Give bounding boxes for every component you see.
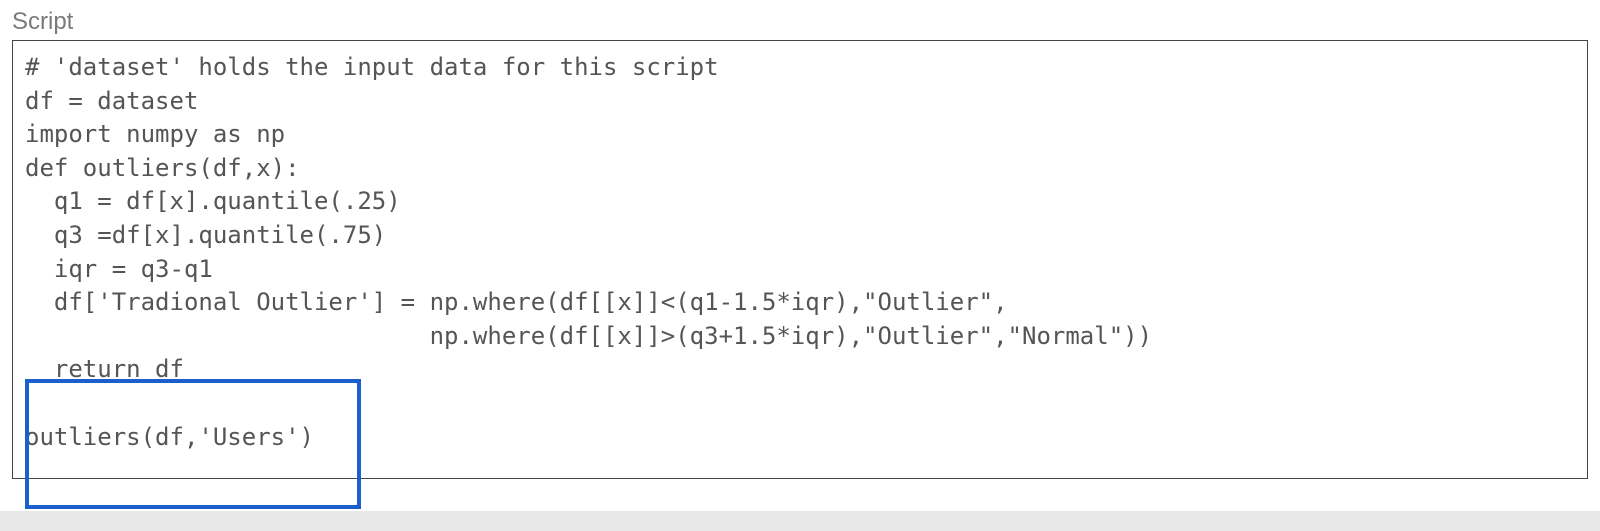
script-label: Script [12,8,1588,36]
code-line: df = dataset [25,87,198,115]
bottom-bar [0,511,1600,531]
script-editor[interactable]: # 'dataset' holds the input data for thi… [12,40,1588,479]
code-line: return df [25,355,184,383]
code-line: q3 =df[x].quantile(.75) [25,221,386,249]
code-line: q1 = df[x].quantile(.25) [25,187,401,215]
code-line: def outliers(df,x): [25,154,300,182]
code-line: outliers(df,'Users') [25,423,314,451]
code-line: np.where(df[[x]]>(q3+1.5*iqr),"Outlier",… [25,322,1152,350]
code-line: # 'dataset' holds the input data for thi… [25,53,719,81]
code-line: df['Tradional Outlier'] = np.where(df[[x… [25,288,1008,316]
code-content[interactable]: # 'dataset' holds the input data for thi… [25,51,1575,454]
code-line: import numpy as np [25,120,285,148]
code-line: iqr = q3-q1 [25,255,213,283]
